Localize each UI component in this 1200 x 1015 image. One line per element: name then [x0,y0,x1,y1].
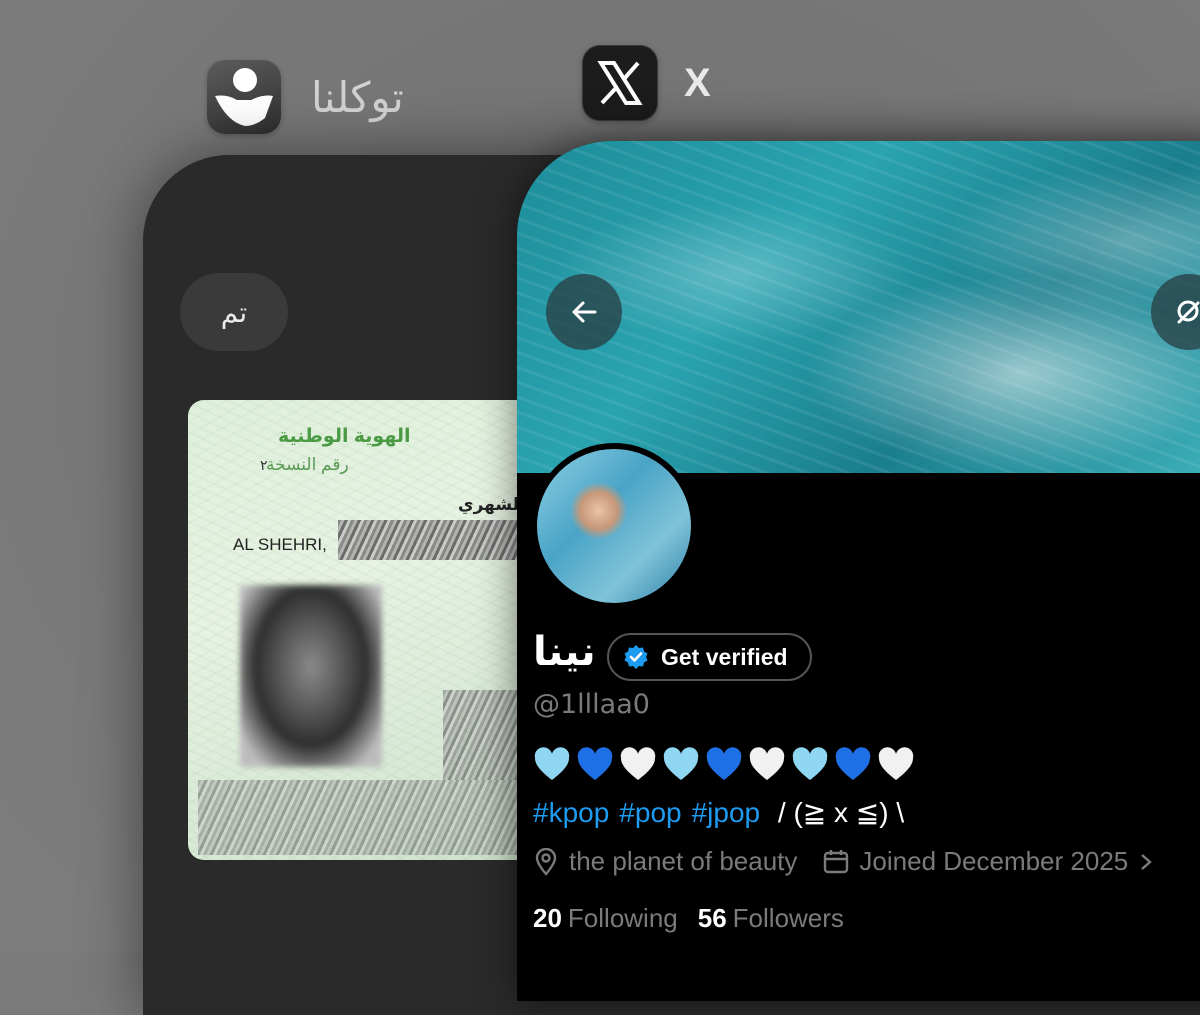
id-card-version-label: رقم النسخة [266,455,349,474]
bio-line: #kpop #pop #jpop / (≧ x ≦) \ [533,796,904,829]
id-card-version-number: ٢ [260,457,268,473]
verified-badge-icon [624,645,648,669]
get-verified-label: Get verified [661,643,788,670]
profile-handle: @1lllaa0 [533,689,650,720]
chevron-right-icon [1141,853,1153,870]
display-name: نينا [533,630,596,674]
blue-heart-icon [835,747,871,780]
id-card-title: الهوية الوطنية [278,426,411,447]
app-name: توكلنا [311,73,404,121]
follow-counts: 20 Following 56 Followers [533,903,844,934]
app-label-x[interactable]: X [582,45,711,121]
profile-meta: the planet of beauty Joined December 202… [533,846,1180,877]
light-blue-heart-icon [534,747,570,780]
done-button[interactable]: تم [180,273,288,351]
hashtag-link[interactable]: #jpop [692,797,761,828]
hashtag-link[interactable]: #kpop [533,797,609,828]
tawakkalna-icon [207,60,281,134]
calendar-icon [824,849,849,873]
location-text: the planet of beauty [569,846,798,876]
app-label-tawakkalna[interactable]: توكلنا [207,60,404,134]
app-name: X [684,60,711,105]
light-blue-heart-icon [792,747,828,780]
search-icon [1177,300,1200,324]
blue-heart-icon [577,747,613,780]
id-photo-blurred [240,585,382,767]
bio-kaomoji: / (≧ x ≦) \ [777,797,905,828]
profile-avatar[interactable] [531,443,697,609]
light-blue-heart-icon [663,747,699,780]
x-app-card[interactable]: نينا Get verified @1lllaa0 #kpop #pop #jpo… [517,141,1200,1001]
blue-heart-icon [706,747,742,780]
white-heart-icon [620,747,656,780]
redaction-scribble [338,520,518,560]
location: the planet of beauty [533,846,797,877]
location-pin-icon [535,847,557,876]
arrow-left-icon [572,301,597,323]
get-verified-button[interactable]: Get verified [607,633,812,681]
hashtag-link[interactable]: #pop [619,797,681,828]
following-link[interactable]: 20 Following [533,903,678,934]
white-heart-icon [749,747,785,780]
followers-link[interactable]: 56 Followers [698,903,844,934]
join-date-text: Joined December 2025 [859,846,1129,876]
bio-hearts [533,747,915,783]
join-date[interactable]: Joined December 2025 [823,846,1154,877]
id-card-name-english: AL SHEHRI, [233,535,327,554]
back-button[interactable] [546,274,622,350]
x-logo-icon [582,45,658,121]
white-heart-icon [878,747,914,780]
id-card-name-arabic: الشهري [458,495,525,514]
